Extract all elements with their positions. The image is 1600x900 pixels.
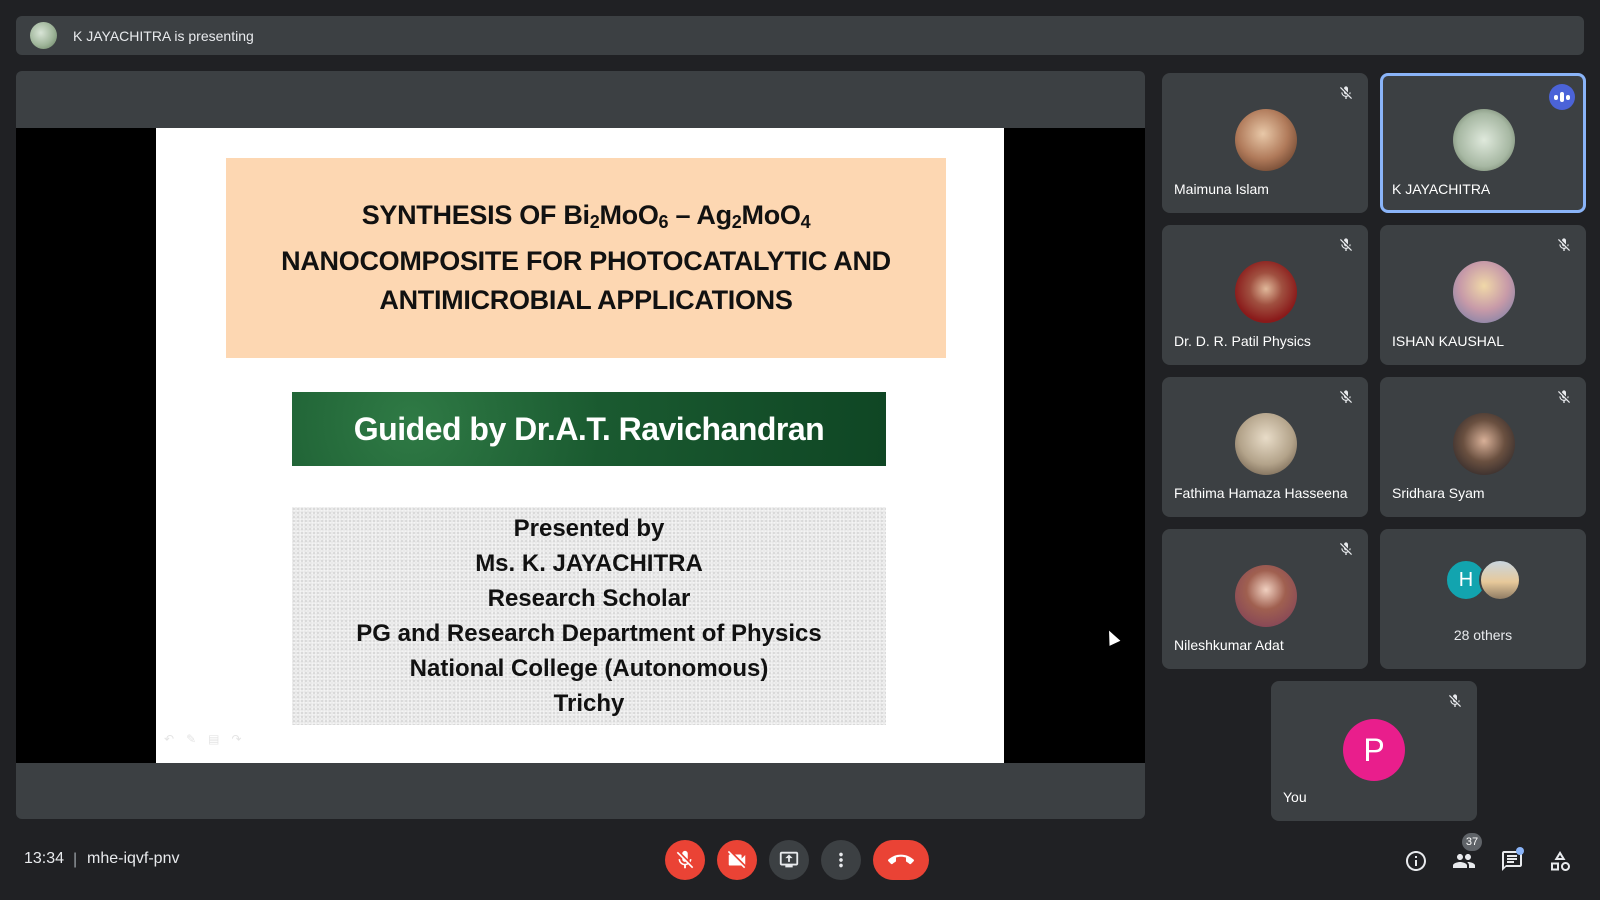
presented-line: National College (Autonomous)	[409, 655, 769, 682]
shared-screen: SYNTHESIS OF Bi2MoO6 – Ag2MoO4 NANOCOMPO…	[16, 128, 1145, 763]
activities-icon[interactable]	[1548, 849, 1572, 873]
guided-by-text: Guided by Dr.A.T. Ravichandran	[353, 410, 825, 447]
previous-slide-icon[interactable]: ↶	[164, 732, 174, 746]
call-end-icon	[888, 854, 914, 865]
slides-menu-icon[interactable]: ▤	[208, 732, 219, 746]
pen-icon[interactable]: ✎	[186, 732, 196, 746]
participant-avatar	[1453, 109, 1515, 171]
mic-off-icon	[1340, 86, 1352, 99]
presenting-text: K JAYACHITRA is presenting	[73, 27, 254, 44]
slide-title-line2: NANOCOMPOSITE FOR PHOTOCATALYTIC AND	[281, 246, 891, 276]
self-avatar: P	[1343, 719, 1405, 781]
camera-toggle-button[interactable]	[717, 840, 757, 880]
slide-title-line1: SYNTHESIS OF Bi2MoO6 – Ag2MoO4	[361, 200, 811, 232]
more-vert-icon	[839, 852, 843, 868]
self-tile[interactable]: P You	[1271, 681, 1477, 821]
separator: |	[73, 851, 78, 868]
others-avatars: H	[1445, 559, 1521, 601]
participant-count-badge: 37	[1462, 833, 1482, 851]
meeting-code: mhe-iqvf-pnv	[87, 850, 180, 867]
participant-name: K JAYACHITRA	[1392, 181, 1491, 197]
next-slide-icon[interactable]: ↷	[231, 732, 241, 746]
presenting-banner: K JAYACHITRA is presenting	[16, 16, 1584, 55]
mic-off-icon	[1340, 542, 1352, 555]
participant-tile[interactable]: Nileshkumar Adat	[1162, 529, 1368, 669]
presented-line: Research Scholar	[487, 585, 691, 612]
mic-off-icon	[1340, 390, 1352, 403]
participant-name: ISHAN KAUSHAL	[1392, 333, 1505, 349]
participant-tile[interactable]: Dr. D. R. Patil Physics	[1162, 225, 1368, 365]
participant-avatar	[1235, 109, 1297, 171]
participant-avatar	[1235, 261, 1297, 323]
others-avatar-image	[1479, 559, 1521, 601]
participant-avatar	[1453, 413, 1515, 475]
presented-by-box: Presented by Ms. K. JAYACHITRA Research …	[292, 507, 886, 725]
participant-tile[interactable]: Sridhara Syam	[1380, 377, 1586, 517]
mic-off-icon	[1558, 238, 1570, 251]
presented-line: Ms. K. JAYACHITRA	[475, 550, 703, 577]
mic-off-icon	[1449, 694, 1461, 707]
present-screen-button[interactable]	[769, 840, 809, 880]
presented-line: Trichy	[553, 690, 625, 717]
mic-off-icon	[1558, 390, 1570, 403]
participant-avatar	[1453, 261, 1515, 323]
others-tile[interactable]: H 28 others	[1380, 529, 1586, 669]
participant-name: Nileshkumar Adat	[1174, 637, 1284, 653]
guided-by-box: Guided by Dr.A.T. Ravichandran	[292, 392, 886, 466]
leave-call-button[interactable]	[873, 840, 929, 880]
clock: 13:34	[24, 850, 65, 867]
self-name: You	[1283, 789, 1307, 805]
chat-unread-dot	[1516, 847, 1524, 855]
participant-tile-presenter[interactable]: K JAYACHITRA	[1380, 73, 1586, 213]
others-count-label: 28 others	[1453, 627, 1513, 643]
presented-line: Presented by	[513, 515, 665, 542]
mic-off-icon	[1340, 238, 1352, 251]
videocam-off-icon	[727, 850, 746, 869]
slide: SYNTHESIS OF Bi2MoO6 – Ag2MoO4 NANOCOMPO…	[156, 128, 1004, 763]
presenter-avatar	[30, 22, 57, 49]
mic-toggle-button[interactable]	[665, 840, 705, 880]
participant-name: Maimuna Islam	[1174, 181, 1269, 197]
participant-avatar	[1235, 413, 1297, 475]
presentation-stage: SYNTHESIS OF Bi2MoO6 – Ag2MoO4 NANOCOMPO…	[16, 71, 1145, 819]
slide-title-line3: ANTIMICROBIAL APPLICATIONS	[379, 285, 793, 315]
mic-off-icon	[676, 850, 694, 869]
participant-tile[interactable]: ISHAN KAUSHAL	[1380, 225, 1586, 365]
info-icon[interactable]	[1404, 849, 1428, 873]
participant-tile[interactable]: Maimuna Islam	[1162, 73, 1368, 213]
participant-tile[interactable]: Fathima Hamaza Hasseena	[1162, 377, 1368, 517]
participant-name: Fathima Hamaza Hasseena	[1174, 485, 1348, 501]
more-options-button[interactable]	[821, 840, 861, 880]
presented-line: PG and Research Department of Physics	[356, 620, 822, 647]
people-icon[interactable]	[1452, 849, 1476, 873]
participant-avatar	[1235, 565, 1297, 627]
slide-toolbar: ↶ ✎ ▤ ↷	[164, 732, 242, 746]
present-screen-icon	[779, 851, 799, 868]
slide-title-box: SYNTHESIS OF Bi2MoO6 – Ag2MoO4 NANOCOMPO…	[226, 158, 946, 358]
participant-name: Sridhara Syam	[1392, 485, 1485, 501]
participant-name: Dr. D. R. Patil Physics	[1174, 333, 1311, 349]
speaking-indicator-icon	[1549, 84, 1575, 110]
